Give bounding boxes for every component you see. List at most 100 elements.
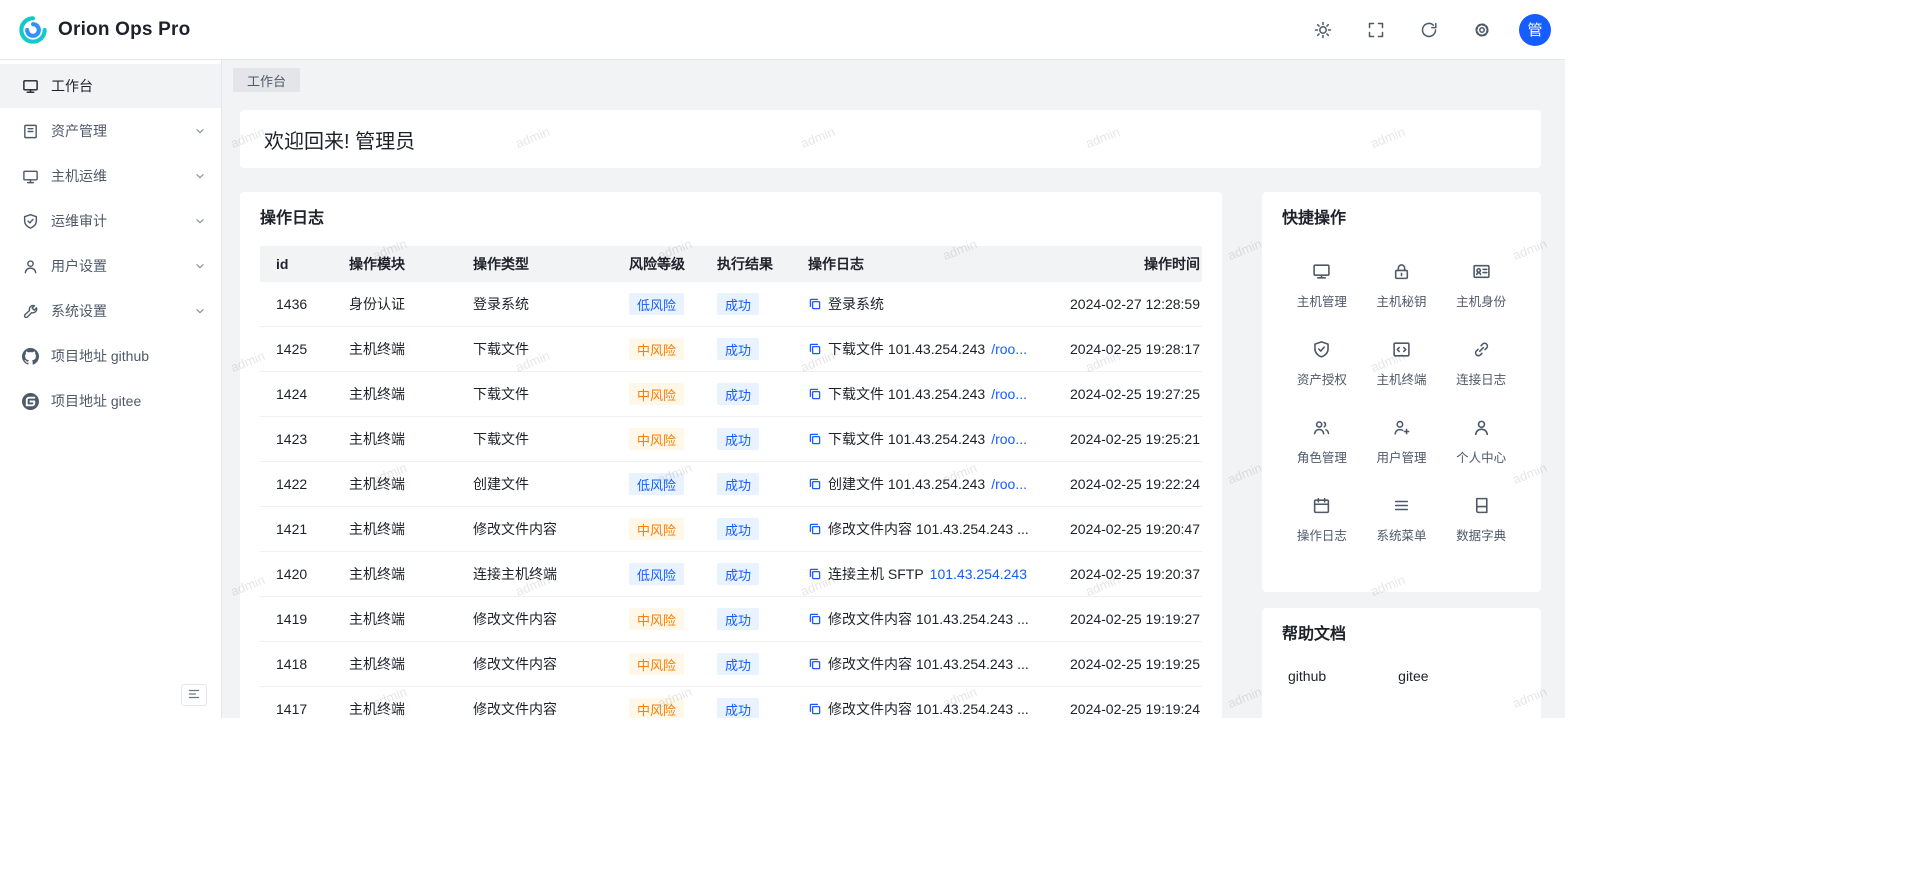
table-row[interactable]: 1420 主机终端 连接主机终端 低风险 成功 连接主机 SFTP 101.43…: [260, 552, 1202, 597]
copy-icon[interactable]: [808, 657, 822, 671]
table-row[interactable]: 1421 主机终端 修改文件内容 中风险 成功 修改文件内容 101.43.25…: [260, 507, 1202, 552]
quick-action-role-manage[interactable]: 角色管理: [1282, 418, 1362, 466]
cell-module: 主机终端: [333, 564, 457, 584]
cell-module: 主机终端: [333, 339, 457, 359]
quick-action-operation-log[interactable]: 操作日志: [1282, 496, 1362, 544]
log-link[interactable]: /roo...: [991, 476, 1027, 492]
host-key-icon: [1392, 262, 1411, 281]
cell-time: 2024-02-25 19:20:47: [1042, 521, 1202, 537]
table-row[interactable]: 1422 主机终端 创建文件 低风险 成功 创建文件 101.43.254.24…: [260, 462, 1202, 507]
settings-button[interactable]: [1466, 14, 1498, 46]
topbar-buttons: [1307, 14, 1498, 46]
result-badge: 成功: [717, 338, 759, 360]
table-row[interactable]: 1418 主机终端 修改文件内容 中风险 成功 修改文件内容 101.43.25…: [260, 642, 1202, 687]
cell-type: 修改文件内容: [457, 699, 613, 718]
result-badge: 成功: [717, 428, 759, 450]
refresh-button[interactable]: [1413, 14, 1445, 46]
copy-icon[interactable]: [808, 612, 822, 626]
log-text: 下载文件 101.43.254.243: [828, 384, 985, 404]
quick-actions-title: 快捷操作: [1282, 208, 1521, 230]
quick-action-asset-grant[interactable]: 资产授权: [1282, 340, 1362, 388]
table-row[interactable]: 1424 主机终端 下载文件 中风险 成功 下载文件 101.43.254.24…: [260, 372, 1202, 417]
log-link[interactable]: /roo...: [991, 386, 1027, 402]
copy-icon[interactable]: [808, 387, 822, 401]
help-links: github gitee: [1282, 668, 1521, 684]
terminal-icon: [1392, 340, 1411, 359]
cell-time: 2024-02-25 19:19:24: [1042, 701, 1202, 717]
result-badge: 成功: [717, 608, 759, 630]
result-badge: 成功: [717, 653, 759, 675]
log-link[interactable]: /roo...: [991, 431, 1027, 447]
quick-action-connect-log[interactable]: 连接日志: [1441, 340, 1521, 388]
table-row[interactable]: 1419 主机终端 修改文件内容 中风险 成功 修改文件内容 101.43.25…: [260, 597, 1202, 642]
breadcrumb-tab-workbench[interactable]: 工作台: [233, 68, 300, 92]
cell-id: 1436: [260, 296, 333, 312]
sidebar-item-workbench[interactable]: 工作台: [0, 64, 221, 108]
result-badge: 成功: [717, 293, 759, 315]
log-table-body: 1436 身份认证 登录系统 低风险 成功 登录系统 2024-02-27 12…: [260, 282, 1202, 718]
help-link-gitee[interactable]: gitee: [1398, 668, 1428, 684]
quick-action-data-dict[interactable]: 数据字典: [1441, 496, 1521, 544]
column-header: 风险等级: [613, 254, 701, 274]
connect-log-icon: [1472, 340, 1491, 359]
role-manage-icon: [1312, 418, 1331, 437]
asset-grant-icon: [1312, 340, 1331, 359]
breadcrumb: 工作台: [222, 60, 1565, 92]
copy-icon[interactable]: [808, 522, 822, 536]
copy-icon[interactable]: [808, 477, 822, 491]
copy-icon[interactable]: [808, 432, 822, 446]
sidebar-item-user-settings[interactable]: 用户设置: [0, 244, 221, 288]
table-row[interactable]: 1417 主机终端 修改文件内容 中风险 成功 修改文件内容 101.43.25…: [260, 687, 1202, 718]
table-row[interactable]: 1423 主机终端 下载文件 中风险 成功 下载文件 101.43.254.24…: [260, 417, 1202, 462]
quick-action-host-key[interactable]: 主机秘钥: [1362, 262, 1442, 310]
quick-action-profile[interactable]: 个人中心: [1441, 418, 1521, 466]
log-link[interactable]: /roo...: [991, 341, 1027, 357]
quick-action-host-manage[interactable]: 主机管理: [1282, 262, 1362, 310]
sidebar: 工作台 资产管理 主机运维 运维审计 用户设置 系统设置 项目地址 github…: [0, 60, 222, 718]
sidebar-item-system-settings[interactable]: 系统设置: [0, 289, 221, 333]
user-avatar[interactable]: 管: [1519, 14, 1551, 46]
log-link[interactable]: 101.43.254.243: [930, 566, 1027, 582]
risk-badge: 低风险: [629, 563, 684, 585]
theme-toggle-button[interactable]: [1307, 14, 1339, 46]
sidebar-item-host-ops[interactable]: 主机运维: [0, 154, 221, 198]
result-badge: 成功: [717, 563, 759, 585]
chevron-down-icon: [193, 214, 207, 228]
user-manage-icon: [1392, 418, 1411, 437]
quick-action-user-manage[interactable]: 用户管理: [1362, 418, 1442, 466]
copy-icon[interactable]: [808, 297, 822, 311]
table-row[interactable]: 1425 主机终端 下载文件 中风险 成功 下载文件 101.43.254.24…: [260, 327, 1202, 372]
welcome-card: 欢迎回来! 管理员: [240, 110, 1541, 168]
copy-icon[interactable]: [808, 702, 822, 716]
copy-icon[interactable]: [808, 342, 822, 356]
sidebar-collapse-button[interactable]: [181, 684, 207, 706]
copy-icon[interactable]: [808, 567, 822, 581]
cell-module: 主机终端: [333, 474, 457, 494]
column-header: 操作模块: [333, 254, 457, 274]
sidebar-item-github[interactable]: 项目地址 github: [0, 334, 221, 378]
github-icon: [22, 348, 39, 365]
cell-module: 主机终端: [333, 429, 457, 449]
main-content: 工作台 欢迎回来! 管理员 操作日志 id操作模块操作类型风险等级执行结果操作日…: [222, 60, 1565, 718]
operation-log-title: 操作日志: [260, 208, 1202, 230]
cell-module: 主机终端: [333, 654, 457, 674]
table-row[interactable]: 1436 身份认证 登录系统 低风险 成功 登录系统 2024-02-27 12…: [260, 282, 1202, 327]
column-header: 操作时间: [1042, 254, 1202, 274]
fullscreen-button[interactable]: [1360, 14, 1392, 46]
quick-action-system-menu[interactable]: 系统菜单: [1362, 496, 1442, 544]
risk-badge: 中风险: [629, 518, 684, 540]
help-link-github[interactable]: github: [1288, 668, 1326, 684]
result-badge: 成功: [717, 518, 759, 540]
cell-type: 登录系统: [457, 294, 613, 314]
cell-type: 修改文件内容: [457, 519, 613, 539]
risk-badge: 中风险: [629, 698, 684, 718]
quick-action-host-identity[interactable]: 主机身份: [1441, 262, 1521, 310]
menu-fold-icon: [187, 687, 201, 704]
sidebar-item-asset[interactable]: 资产管理: [0, 109, 221, 153]
theme-icon: [1314, 21, 1332, 39]
sidebar-item-audit[interactable]: 运维审计: [0, 199, 221, 243]
quick-action-terminal[interactable]: 主机终端: [1362, 340, 1442, 388]
sidebar-item-gitee[interactable]: 项目地址 gitee: [0, 379, 221, 423]
cell-time: 2024-02-25 19:27:25: [1042, 386, 1202, 402]
host-ops-icon: [22, 168, 39, 185]
